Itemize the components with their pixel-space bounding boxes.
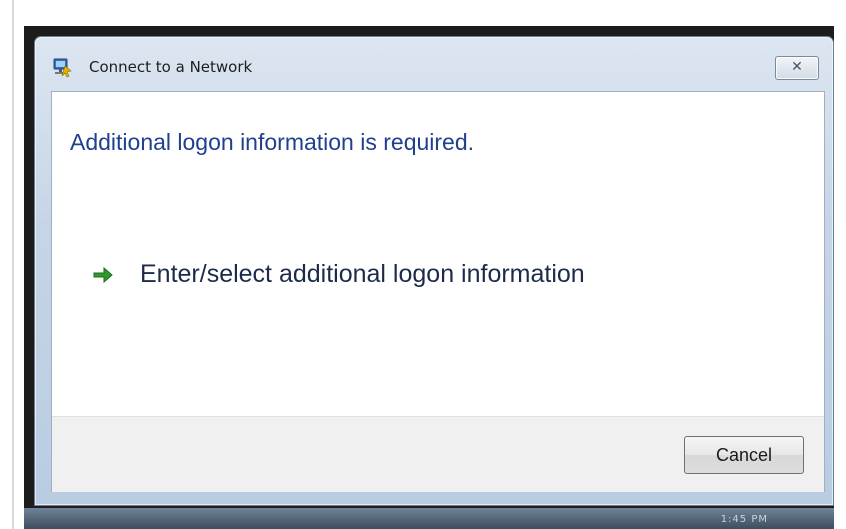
taskbar xyxy=(24,508,834,529)
instruction-heading: Additional logon information is required… xyxy=(70,129,475,155)
screen: 1:45 PM Connect to a Network ✕ Additiona… xyxy=(0,0,846,529)
close-icon: ✕ xyxy=(791,59,803,75)
taskbar-clock: 1:45 PM xyxy=(720,514,768,525)
dialog-footer: Cancel xyxy=(52,416,824,492)
network-icon xyxy=(51,57,73,79)
connect-network-dialog: Connect to a Network ✕ Additional logon … xyxy=(34,36,834,506)
cancel-button[interactable]: Cancel xyxy=(684,436,804,474)
title-bar[interactable]: Connect to a Network ✕ xyxy=(35,37,833,90)
window-title: Connect to a Network xyxy=(89,58,253,76)
dialog-content: Additional logon information is required… xyxy=(51,91,825,492)
green-arrow-icon xyxy=(92,264,114,286)
enter-logon-info-label[interactable]: Enter/select additional logon informatio… xyxy=(140,260,585,289)
screen-edge-divider xyxy=(12,0,14,529)
close-button[interactable]: ✕ xyxy=(775,56,819,80)
